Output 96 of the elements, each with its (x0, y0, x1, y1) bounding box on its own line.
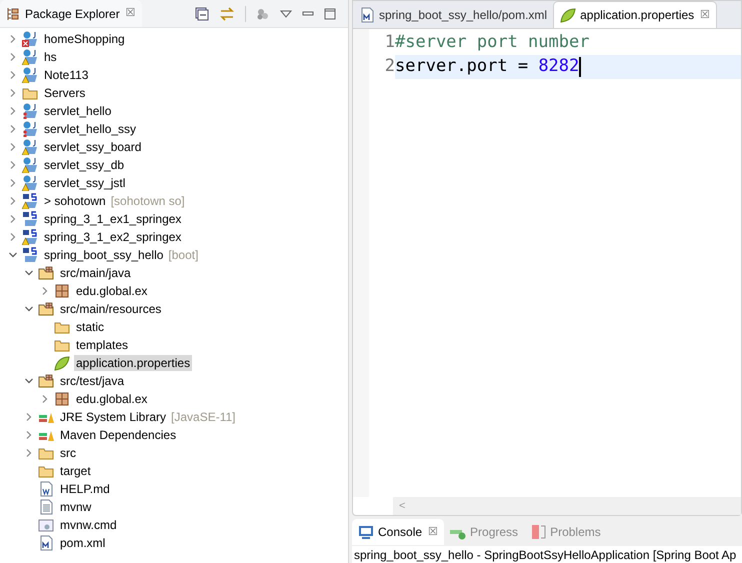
collapse-chevron-icon[interactable] (8, 250, 18, 260)
maven-project-icon (22, 229, 38, 245)
editor-tab[interactable]: application.properties ☒ (553, 1, 718, 28)
tree-item[interactable]: src/main/java (58, 265, 133, 281)
leaf-file-icon (54, 355, 70, 371)
tree-item[interactable]: servlet_ssy_jstl (42, 175, 128, 191)
expand-chevron-icon[interactable] (8, 106, 18, 116)
text-cursor (579, 57, 582, 77)
panel-title[interactable]: Package Explorer (25, 4, 120, 22)
expand-chevron-icon[interactable] (8, 124, 18, 134)
word-file-icon (38, 481, 54, 497)
expand-chevron-icon[interactable] (24, 412, 34, 422)
tree-item[interactable]: Note113 (42, 67, 90, 83)
tree-item[interactable]: src (58, 445, 78, 461)
expand-chevron-icon[interactable] (24, 430, 34, 440)
expand-chevron-icon[interactable] (24, 448, 34, 458)
cmd-file-icon (38, 517, 54, 533)
tree-item[interactable]: servlet_ssy_board (42, 139, 144, 155)
expand-chevron-icon[interactable] (8, 160, 18, 170)
maven-file-icon (38, 535, 54, 551)
tree-item[interactable]: Maven Dependencies (58, 427, 178, 443)
tree-item[interactable]: spring_3_1_ex2_springex (42, 229, 184, 245)
view-menu-icon[interactable] (280, 10, 292, 18)
tree-item[interactable]: hs (42, 49, 59, 65)
tree-item[interactable]: mvnw.cmd (58, 517, 119, 533)
tree-item[interactable]: JRE System Library (58, 409, 168, 425)
tree-item[interactable]: HELP.md (58, 481, 112, 497)
maven-project-icon (22, 193, 38, 209)
expand-chevron-icon[interactable] (40, 286, 50, 296)
expand-chevron-icon[interactable] (40, 394, 50, 404)
expand-chevron-icon[interactable] (8, 34, 18, 44)
maven-project-icon (22, 211, 38, 227)
tree-item[interactable]: edu.global.ex (74, 391, 150, 407)
project-icon (22, 103, 38, 119)
maven-project-icon (22, 247, 38, 263)
tree-item[interactable]: servlet_hello (42, 103, 114, 119)
tree-item[interactable]: servlet_hello_ssy (42, 121, 138, 137)
tree-item[interactable]: templates (74, 337, 130, 353)
tree-item[interactable]: spring_3_1_ex1_springex (42, 211, 184, 227)
tree-item[interactable]: edu.global.ex (74, 283, 150, 299)
tree-item[interactable]: application.properties (74, 355, 192, 371)
line-number: 2 (384, 55, 395, 78)
project-icon (22, 139, 38, 155)
collapse-chevron-icon[interactable] (24, 376, 34, 386)
console-icon (358, 524, 374, 540)
tree-item[interactable]: > sohotown (42, 193, 108, 209)
tree-item[interactable]: static (74, 319, 106, 335)
expand-chevron-icon[interactable] (8, 178, 18, 188)
tree-item-decoration: [JavaSE-11] (171, 409, 236, 426)
source-folder-icon (38, 373, 54, 389)
tree-item[interactable]: pom.xml (58, 535, 108, 551)
collapse-chevron-icon[interactable] (24, 268, 34, 278)
tree-item[interactable]: spring_boot_ssy_hello (42, 247, 166, 263)
source-folder-icon (38, 265, 54, 281)
tree-item[interactable]: homeShopping (42, 31, 127, 47)
leaf-file-icon (560, 7, 576, 23)
tree-item[interactable]: target (58, 463, 93, 479)
tree-item-decoration: [sohotown so] (110, 193, 185, 210)
problems-icon (530, 524, 546, 540)
project-icon (22, 31, 38, 47)
source-folder-icon (38, 301, 54, 317)
expand-chevron-icon[interactable] (8, 214, 18, 224)
expand-chevron-icon[interactable] (8, 232, 18, 242)
editor-tab[interactable]: spring_boot_ssy_hello/pom.xml (353, 1, 554, 28)
maven-file-icon (359, 6, 375, 22)
project-icon (22, 67, 38, 83)
project-icon (22, 175, 38, 191)
collapse-chevron-icon[interactable] (24, 304, 34, 314)
link-arrows-icon[interactable] (219, 6, 235, 20)
console-output: spring_boot_ssy_hello - SpringBootSsyHelloApplication [Spring Boot Ap (353, 547, 738, 563)
project-icon (22, 49, 38, 65)
expand-chevron-icon[interactable] (8, 88, 18, 98)
collapse-all-icon[interactable] (195, 6, 209, 20)
expand-chevron-icon[interactable] (8, 196, 18, 206)
code-line: #server port number (395, 31, 590, 54)
line-number: 1 (384, 31, 395, 54)
minimize-icon[interactable] (302, 10, 314, 16)
expand-chevron-icon[interactable] (8, 142, 18, 152)
tree-item-decoration: [boot] (168, 247, 198, 264)
filter-dots-icon[interactable] (256, 6, 270, 20)
maximize-icon[interactable] (324, 8, 336, 20)
project-icon (22, 157, 38, 173)
text-file-icon (38, 499, 54, 515)
package-explorer-icon (6, 6, 20, 20)
expand-chevron-icon[interactable] (8, 70, 18, 80)
console-tab[interactable]: Console ☒ (352, 519, 444, 545)
tree-item[interactable]: src/main/resources (58, 301, 164, 317)
package-icon (54, 283, 70, 299)
tree-item[interactable]: mvnw (58, 499, 94, 515)
tree-item[interactable]: Servers (42, 85, 88, 101)
project-icon (22, 121, 38, 137)
close-tab-button[interactable]: ☒ (126, 5, 136, 22)
tree-item[interactable]: servlet_ssy_db (42, 157, 126, 173)
package-icon (54, 391, 70, 407)
tree-item[interactable]: src/test/java (58, 373, 126, 389)
expand-chevron-icon[interactable] (8, 52, 18, 62)
